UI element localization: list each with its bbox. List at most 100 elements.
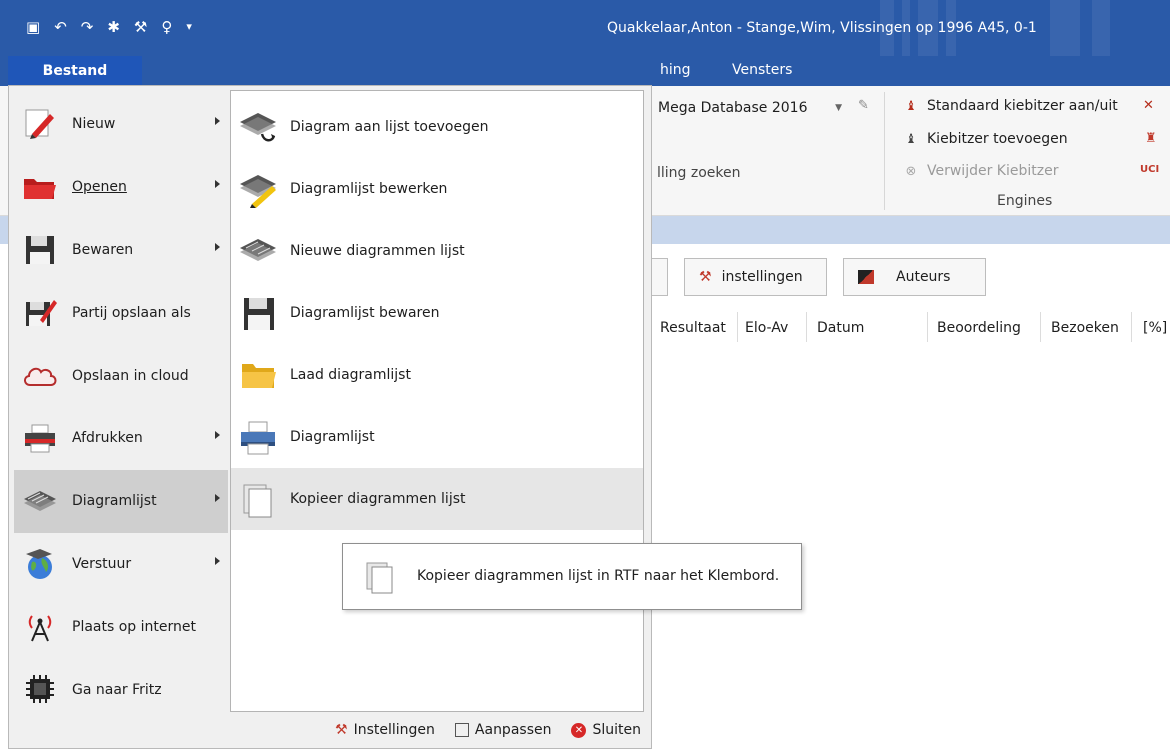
diagram-add-icon xyxy=(240,113,276,142)
file-tab[interactable]: Bestand xyxy=(8,56,142,85)
column-header-elo-av[interactable]: Elo-Av xyxy=(745,320,788,336)
submenu-item-label: Kopieer diagrammen lijst xyxy=(290,491,466,507)
submenu-item-diagramlijst-print[interactable]: Diagramlijst xyxy=(231,406,643,468)
menu-item-diagramlijst[interactable]: Diagramlijst xyxy=(14,469,228,533)
bug-icon[interactable]: ✱ xyxy=(107,18,120,36)
authors-button[interactable]: Auteurs xyxy=(843,258,986,296)
customize-footer-label: Aanpassen xyxy=(474,722,552,738)
submenu-item-label: Nieuwe diagrammen lijst xyxy=(290,243,465,259)
tab-vensters[interactable]: Vensters xyxy=(732,62,792,78)
settings-footer-button[interactable]: ⚒ Instellingen xyxy=(335,722,435,738)
standard-kibitzer-label: Standaard kiebitzer aan/uit xyxy=(927,98,1118,114)
menu-item-label: Opslaan in cloud xyxy=(72,367,189,384)
menu-item-label: Verstuur xyxy=(72,555,132,572)
app-window: ▣ ↶ ↷ ✱ ⚒ ♀ ▾ Quakkelaar,Anton - Stange,… xyxy=(0,0,1170,749)
column-header-resultaat[interactable]: Resultaat xyxy=(660,320,726,336)
bulb-icon[interactable]: ♀ xyxy=(161,18,172,36)
authors-button-label: Auteurs xyxy=(896,269,951,285)
open-folder-icon xyxy=(24,178,56,199)
submenu-item-diagram-aan-lijst-toevoegen[interactable]: Diagram aan lijst toevoegen xyxy=(231,96,643,158)
column-header-bezoeken[interactable]: Bezoeken xyxy=(1051,320,1119,336)
column-header-datum[interactable]: Datum xyxy=(817,320,864,336)
file-menu-items: Nieuw Openen Bewaren Partij opslaan als … xyxy=(14,93,228,721)
menu-item-partij-opslaan-als[interactable]: Partij opslaan als xyxy=(14,281,228,344)
menu-item-verstuur[interactable]: Verstuur xyxy=(14,533,228,596)
printer-icon xyxy=(25,424,55,453)
globe-send-icon xyxy=(26,548,52,579)
diagram-new-icon xyxy=(240,239,276,261)
menu-item-nieuw[interactable]: Nieuw xyxy=(14,93,228,156)
menu-item-label: Diagramlijst xyxy=(72,493,157,510)
menu-item-opslaan-in-cloud[interactable]: Opslaan in cloud xyxy=(14,344,228,407)
column-header-beoordeling[interactable]: Beoordeling xyxy=(937,320,1021,336)
standard-kibitzer-button[interactable]: ♝ Standaard kiebitzer aan/uit xyxy=(903,98,1118,114)
search-position-icon[interactable]: ✎ xyxy=(858,98,869,113)
column-header-percent[interactable]: [%] xyxy=(1143,320,1167,336)
menu-item-bewaren[interactable]: Bewaren xyxy=(14,219,228,282)
engines-group-label: Engines xyxy=(997,193,1053,209)
wrench-icon[interactable]: ⚒ xyxy=(134,18,147,36)
menu-item-label: Nieuw xyxy=(72,116,116,133)
diagram-stack-icon xyxy=(24,490,56,511)
title-bar: ▣ ↶ ↷ ✱ ⚒ ♀ ▾ Quakkelaar,Anton - Stange,… xyxy=(0,0,1170,56)
submenu-arrow-icon xyxy=(215,430,220,439)
file-menu-footer: ⚒ Instellingen Aanpassen ✕ Sluiten xyxy=(9,712,651,748)
add-kibitzer-button[interactable]: ♝ Kiebitzer toevoegen xyxy=(903,131,1068,147)
file-menu: Nieuw Openen Bewaren Partij opslaan als … xyxy=(8,85,652,749)
group-divider xyxy=(884,92,885,210)
window-title: Quakkelaar,Anton - Stange,Wim, Vlissinge… xyxy=(607,20,1037,36)
engine-icon[interactable]: ♜ xyxy=(1145,131,1157,146)
redo-icon[interactable]: ↷ xyxy=(81,18,94,36)
quick-access-toolbar: ▣ ↶ ↷ ✱ ⚒ ♀ ▾ xyxy=(26,18,192,36)
submenu-item-label: Laad diagramlijst xyxy=(290,367,411,383)
kibitzer-remove-icon: ⊗ xyxy=(905,163,917,179)
remove-kibitzer-label: Verwijder Kiebitzer xyxy=(927,163,1059,179)
save-as-icon xyxy=(26,300,57,327)
column-divider[interactable] xyxy=(927,312,928,342)
column-divider[interactable] xyxy=(1040,312,1041,342)
submenu-arrow-icon xyxy=(215,117,220,125)
column-divider[interactable] xyxy=(737,312,738,342)
submenu-arrow-icon xyxy=(215,493,220,502)
menu-item-afdrukken[interactable]: Afdrukken xyxy=(14,407,228,470)
tab-hing[interactable]: hing xyxy=(660,62,691,78)
kibitzer-icon: ♝ xyxy=(905,98,917,114)
submenu-item-diagramlijst-bewerken[interactable]: Diagramlijst bewerken xyxy=(231,158,643,220)
diagram-edit-icon xyxy=(240,175,276,208)
settings-button[interactable]: ⚒ instellingen xyxy=(684,258,827,296)
submenu-item-laad-diagramlijst[interactable]: Laad diagramlijst xyxy=(231,344,643,406)
printer-icon xyxy=(241,421,275,455)
menu-item-label: Ga naar Fritz xyxy=(72,681,162,698)
tooltip: Kopieer diagrammen lijst in RTF naar het… xyxy=(342,543,802,610)
tooltip-text: Kopieer diagrammen lijst in RTF naar het… xyxy=(417,568,780,584)
wrench-icon: ⚒ xyxy=(335,722,348,738)
submenu-item-label: Diagram aan lijst toevoegen xyxy=(290,119,489,135)
submenu-arrow-icon xyxy=(215,179,220,188)
copy-icon xyxy=(243,484,272,518)
submenu-arrow-icon xyxy=(215,556,220,565)
kibitzer-add-icon: ♝ xyxy=(905,131,917,147)
save-icon[interactable]: ▣ xyxy=(26,18,40,36)
menu-item-openen[interactable]: Openen xyxy=(14,156,228,219)
submenu-item-nieuwe-diagrammen-lijst[interactable]: Nieuwe diagrammen lijst xyxy=(231,220,643,282)
undo-icon[interactable]: ↶ xyxy=(54,18,67,36)
menu-item-plaats-op-internet[interactable]: Plaats op internet xyxy=(14,595,228,658)
remove-kibitzer-button[interactable]: ⊗ Verwijder Kiebitzer xyxy=(903,163,1059,179)
folder-icon xyxy=(242,364,276,388)
submenu-item-label: Diagramlijst bewerken xyxy=(290,181,448,197)
database-select[interactable]: Mega Database 2016 ▼ xyxy=(652,96,848,120)
submenu-item-label: Diagramlijst xyxy=(290,429,375,445)
uci-icon[interactable]: UCI xyxy=(1140,164,1159,175)
close-footer-button[interactable]: ✕ Sluiten xyxy=(571,722,641,738)
antenna-icon xyxy=(28,615,52,642)
customize-arrow-icon[interactable]: ▾ xyxy=(186,18,192,36)
add-kibitzer-label: Kiebitzer toevoegen xyxy=(927,131,1068,147)
submenu-item-kopieer-diagrammen-lijst[interactable]: Kopieer diagrammen lijst xyxy=(231,468,643,530)
submenu-item-diagramlijst-bewaren[interactable]: Diagramlijst bewaren xyxy=(231,282,643,344)
customize-footer-button[interactable]: Aanpassen xyxy=(454,722,552,738)
authors-icon xyxy=(858,270,874,284)
wrench-icon: ⚒ xyxy=(699,269,712,285)
settings-button-label: instellingen xyxy=(721,269,803,285)
column-divider[interactable] xyxy=(1131,312,1132,342)
column-divider[interactable] xyxy=(806,312,807,342)
